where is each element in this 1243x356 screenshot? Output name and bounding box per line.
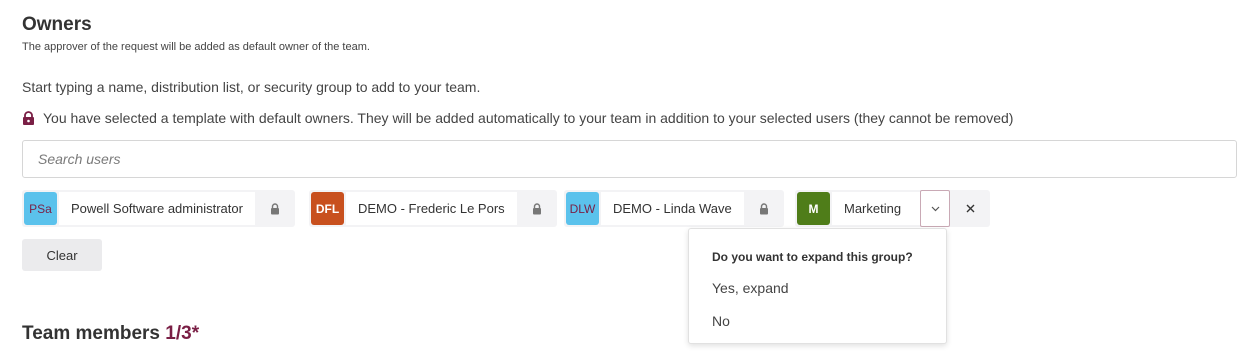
search-hint: Start typing a name, distribution list, …	[22, 79, 481, 95]
close-icon	[966, 204, 974, 213]
expand-yes-option[interactable]: Yes, expand	[712, 280, 789, 296]
lock-icon	[22, 111, 35, 125]
clear-button[interactable]: Clear	[22, 239, 102, 271]
expand-no-option[interactable]: No	[712, 313, 730, 329]
expand-group-popup: Do you want to expand this group? Yes, e…	[688, 228, 947, 344]
avatar: PSa	[24, 192, 57, 225]
team-members-count: 1/3*	[165, 323, 200, 344]
avatar: DLW	[566, 192, 599, 225]
expand-question: Do you want to expand this group?	[712, 250, 913, 264]
owner-name: DEMO - Linda Wave	[601, 192, 744, 225]
owner-chip-group: M Marketing	[795, 190, 990, 227]
locked-icon	[517, 190, 557, 227]
avatar: M	[797, 192, 830, 225]
owner-chip: DLW DEMO - Linda Wave	[564, 190, 784, 227]
owner-name: Marketing	[832, 192, 920, 225]
owner-chip: DFL DEMO - Frederic Le Pors	[309, 190, 557, 227]
avatar: DFL	[311, 192, 344, 225]
locked-icon	[744, 190, 784, 227]
owner-name: Powell Software administrator	[59, 192, 255, 225]
owner-name: DEMO - Frederic Le Pors	[346, 192, 517, 225]
team-members-title: Team members 1/3*	[22, 323, 199, 345]
template-note: You have selected a template with defaul…	[22, 110, 1013, 126]
owners-title: Owners	[22, 14, 92, 35]
owners-subtitle: The approver of the request will be adde…	[22, 41, 370, 53]
remove-owner-button[interactable]	[950, 190, 990, 227]
search-box	[22, 140, 1237, 178]
expand-group-button[interactable]	[920, 190, 950, 227]
locked-icon	[255, 190, 295, 227]
search-users-input[interactable]	[23, 141, 1236, 177]
owner-chip: PSa Powell Software administrator	[22, 190, 295, 227]
chevron-down-icon	[931, 206, 939, 211]
template-note-text: You have selected a template with defaul…	[43, 110, 1014, 126]
team-members-label: Team members	[22, 323, 160, 344]
